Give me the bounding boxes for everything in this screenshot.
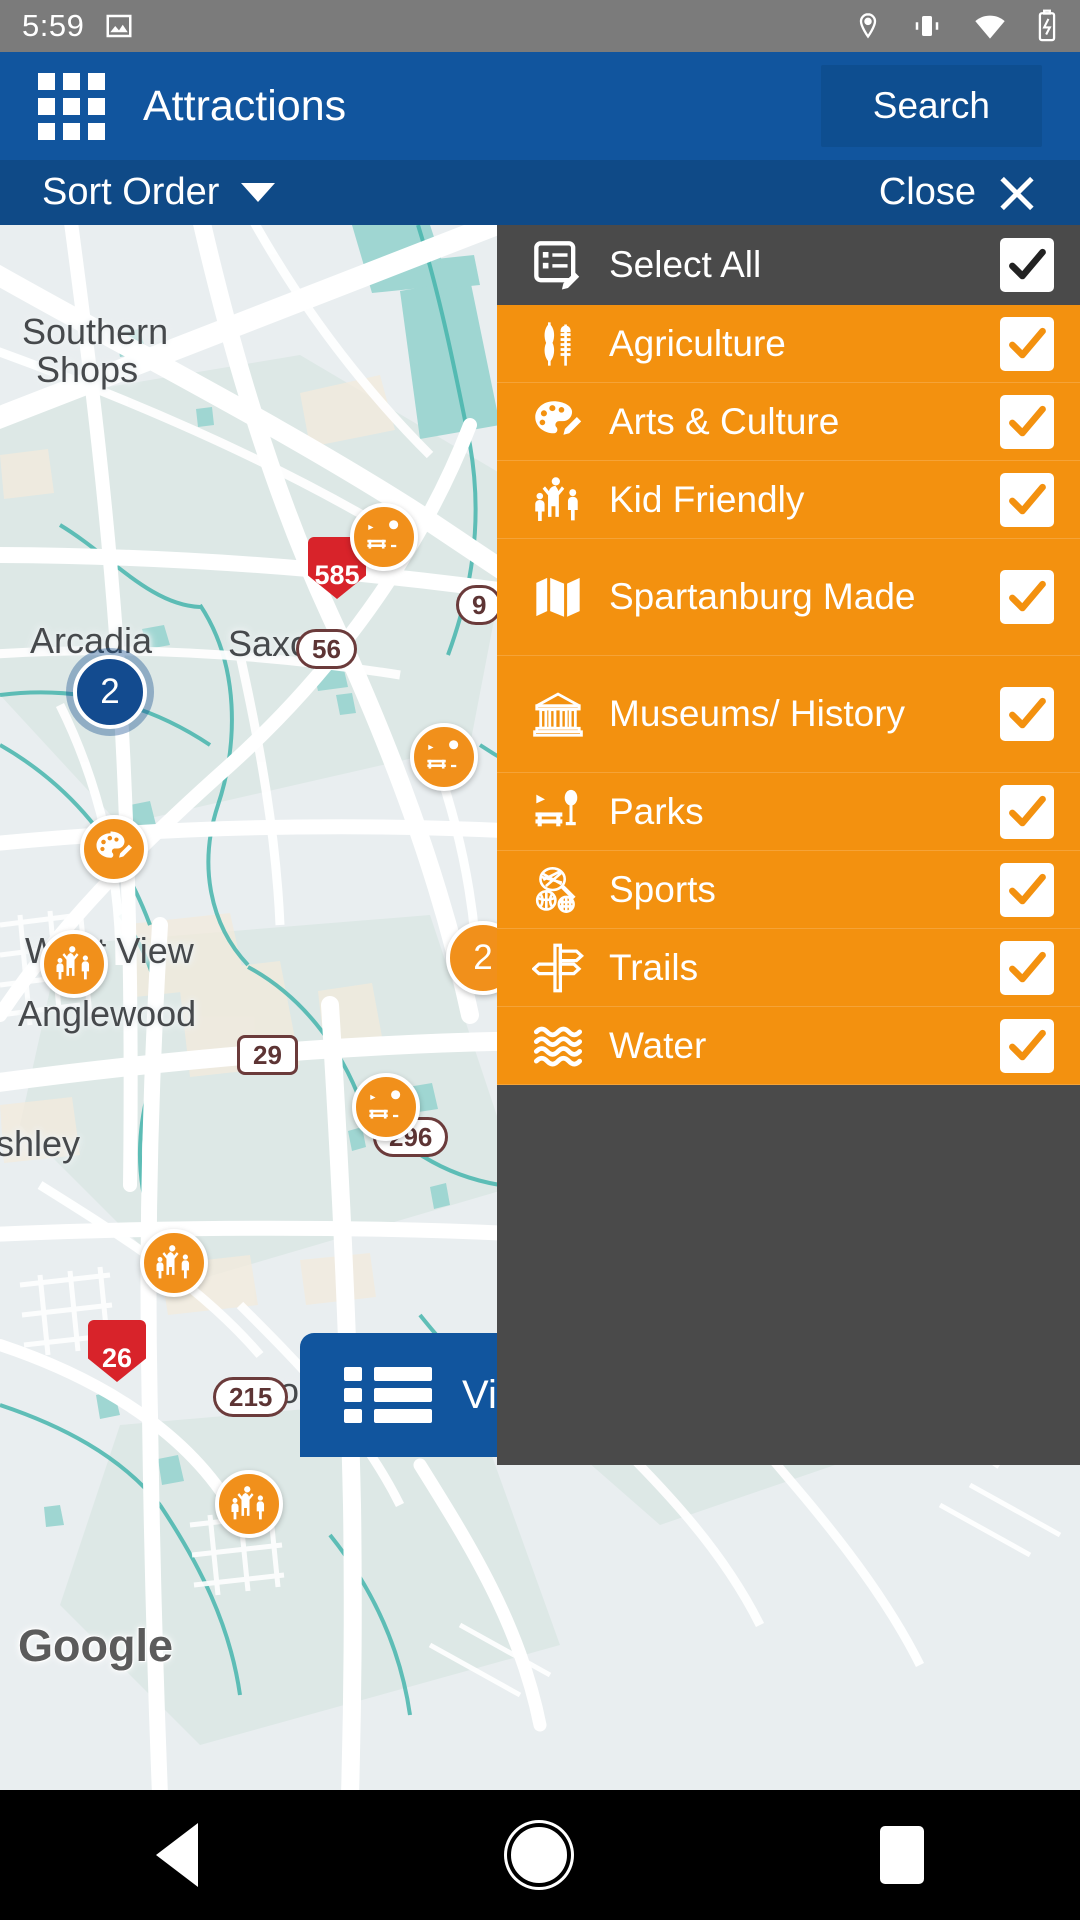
filter-label-parks: Parks <box>609 790 704 832</box>
filter-row-select-all[interactable]: Select All <box>497 225 1080 305</box>
filter-checkbox-parks[interactable] <box>1000 784 1054 839</box>
filter-row-parks[interactable]: Parks <box>497 773 1080 851</box>
map-marker-kid-friendly-icon[interactable] <box>140 1229 208 1297</box>
filter-checkbox-spartanburg-made[interactable] <box>1000 570 1054 624</box>
battery-charging-icon <box>1038 9 1056 42</box>
filter-label-water: Water <box>609 1024 707 1066</box>
filter-row-agriculture[interactable]: Agriculture <box>497 305 1080 383</box>
home-button-icon[interactable] <box>510 1827 567 1883</box>
recents-button-icon[interactable] <box>879 1826 924 1884</box>
filter-checkbox-water[interactable] <box>1000 1018 1054 1073</box>
filter-checkbox-trails[interactable] <box>1000 940 1054 995</box>
filter-label-agriculture: Agriculture <box>609 322 786 364</box>
list-icon <box>344 1367 432 1423</box>
map-marker-kid-friendly-icon[interactable] <box>215 1470 283 1538</box>
filter-panel: Select All Agriculture Arts & Culture Ki… <box>497 225 1080 1465</box>
filter-checkbox-museums-history[interactable] <box>1000 687 1054 741</box>
map-cluster-marker[interactable]: 2 <box>73 655 147 729</box>
filter-checkbox-arts-culture[interactable] <box>1000 394 1054 449</box>
museum-icon <box>527 688 589 740</box>
filter-checkbox-select-all[interactable] <box>1000 238 1054 292</box>
folded-map-icon <box>527 571 589 623</box>
filter-label-spartanburg-made: Spartanburg Made <box>609 576 916 618</box>
filter-row-trails[interactable]: Trails <box>497 929 1080 1007</box>
waves-icon <box>527 1020 589 1072</box>
route-shield-215: 215 <box>213 1377 289 1417</box>
filter-label-kid-friendly: Kid Friendly <box>609 478 805 520</box>
chevron-down-icon[interactable] <box>241 183 276 202</box>
status-bar-icons <box>854 9 1058 43</box>
filter-row-arts-culture[interactable]: Arts & Culture <box>497 383 1080 461</box>
filter-label-trails: Trails <box>609 946 699 988</box>
filter-row-sports[interactable]: Sports <box>497 851 1080 929</box>
filter-row-spartanburg-made[interactable]: Spartanburg Made <box>497 539 1080 656</box>
map-place-label: shley <box>0 1123 81 1164</box>
filter-checkbox-sports[interactable] <box>1000 862 1054 917</box>
status-bar: 5:59 <box>0 0 1080 52</box>
park-bench-icon <box>527 786 589 838</box>
family-icon <box>527 474 589 526</box>
close-button[interactable]: Close <box>879 171 1038 214</box>
filter-row-water[interactable]: Water <box>497 1007 1080 1085</box>
map-place-label: Anglewood <box>18 993 197 1034</box>
image-icon <box>104 11 134 41</box>
route-shield-9: 9 <box>456 585 503 625</box>
sort-order-label[interactable]: Sort Order <box>42 171 219 214</box>
filter-label-museums-history: Museums/ History <box>609 693 906 735</box>
filter-label-arts-culture: Arts & Culture <box>609 400 840 442</box>
route-shield-29: 29 <box>237 1035 298 1075</box>
filter-checkbox-kid-friendly[interactable] <box>1000 472 1054 527</box>
filter-label-sports: Sports <box>609 868 716 910</box>
palette-icon <box>527 396 589 448</box>
phone-screen: 5:59 Attractions Search Sort Order Close <box>0 0 1080 1920</box>
close-icon <box>996 172 1038 214</box>
route-shield-56: 56 <box>296 629 357 669</box>
signpost-icon <box>527 942 589 994</box>
search-button[interactable]: Search <box>820 65 1042 147</box>
location-icon <box>859 13 877 39</box>
app-bar: Attractions Search <box>0 52 1080 160</box>
close-label: Close <box>878 171 976 213</box>
wifi-icon <box>975 15 1005 39</box>
filter-row-museums-history[interactable]: Museums/ History <box>497 656 1080 773</box>
map-marker-arts-culture-icon[interactable] <box>80 815 148 883</box>
google-attribution: Google <box>18 1620 173 1671</box>
page-title: Attractions <box>143 81 347 130</box>
map-marker-kid-friendly-icon[interactable] <box>40 930 108 998</box>
sort-bar: Sort Order Close <box>0 160 1080 225</box>
wheat-icon <box>527 318 589 370</box>
checklist-edit-icon <box>527 239 589 291</box>
filter-checkbox-agriculture[interactable] <box>1000 316 1054 371</box>
filter-row-kid-friendly[interactable]: Kid Friendly <box>497 461 1080 539</box>
status-bar-time: 5:59 <box>22 8 85 43</box>
grid-menu-icon[interactable] <box>38 72 105 140</box>
map-marker-parks-icon[interactable] <box>410 723 478 791</box>
map-place-label: Southern Shops <box>22 311 169 390</box>
android-nav-bar <box>0 1790 1080 1920</box>
map-marker-parks-icon[interactable] <box>352 1073 420 1141</box>
vibrate-icon <box>915 16 939 36</box>
map-place-label: Arcadia <box>30 620 153 661</box>
filter-label-select-all: Select All <box>609 244 762 286</box>
back-button-icon[interactable] <box>156 1823 199 1887</box>
map-marker-parks-icon[interactable] <box>350 503 418 571</box>
sports-icon <box>527 864 589 916</box>
